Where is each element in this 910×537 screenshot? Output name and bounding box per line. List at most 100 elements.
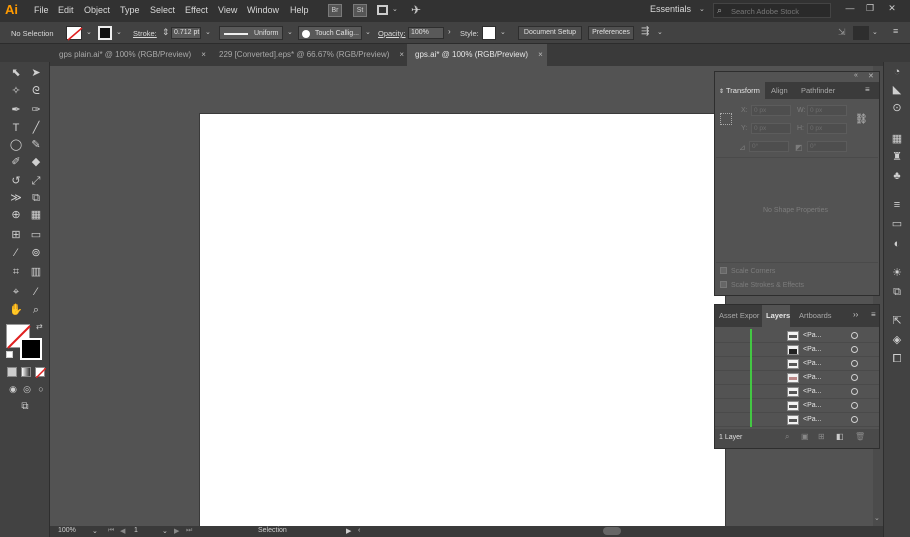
close-tab-icon[interactable]: × [538, 50, 543, 59]
clipping-mask-icon[interactable]: ▣ [801, 432, 809, 441]
swap-colors-icon[interactable]: ⇄ [36, 322, 43, 331]
scale-strokes-checkbox[interactable] [720, 281, 727, 288]
width-tool-icon[interactable]: ≫ [8, 191, 24, 205]
brush-definition[interactable]: Touch Callig... [298, 26, 362, 40]
stroke-panel-icon[interactable]: ≡ [890, 198, 904, 212]
tab-gps-active[interactable]: gps.ai* @ 100% (RGB/Preview) × [407, 44, 547, 66]
gpu-performance-icon[interactable]: ✈ [411, 3, 421, 17]
chevron-down-icon[interactable]: ⌄ [116, 28, 122, 36]
scale-tool-icon[interactable]: ⤢ [28, 174, 44, 188]
hand-tool-icon[interactable]: ✋ [8, 303, 24, 317]
layer-row[interactable]: <Pa... [715, 413, 879, 427]
previous-artboard-icon[interactable]: ◀ [120, 527, 125, 535]
document-setup-button[interactable]: Document Setup [518, 26, 582, 40]
horizontal-scroll-thumb[interactable] [603, 527, 621, 535]
menu-effect[interactable]: Effect [185, 5, 208, 15]
close-panel-icon[interactable]: ✕ [868, 72, 874, 80]
menu-file[interactable]: File [34, 5, 49, 15]
layer-row[interactable]: <Pa... [715, 329, 879, 343]
artboard-tool-icon[interactable]: ⌖ [8, 285, 24, 299]
brushes-icon[interactable]: ♜ [890, 150, 904, 164]
chevron-down-icon[interactable]: ⌄ [365, 28, 371, 36]
layer-row[interactable]: <Pa... [715, 371, 879, 385]
rotate-tool-icon[interactable]: ↺ [8, 174, 24, 188]
artboards-icon[interactable]: ⧠ [890, 352, 904, 366]
tab-align[interactable]: Align [771, 82, 788, 99]
artboard-number[interactable]: 1 [134, 527, 138, 534]
expand-panel-icon[interactable]: ›› [853, 310, 858, 319]
layer-row[interactable]: <Pa... [715, 385, 879, 399]
curvature-tool-icon[interactable]: ✑ [28, 103, 44, 117]
menu-type[interactable]: Type [120, 5, 140, 15]
menu-select[interactable]: Select [150, 5, 175, 15]
last-artboard-icon[interactable]: ⏭ [186, 527, 192, 535]
close-tab-icon[interactable]: × [201, 50, 206, 59]
paintbrush-tool-icon[interactable]: ✎ [28, 138, 44, 152]
h-field[interactable]: 0 px [807, 123, 847, 134]
appearance-icon[interactable]: ☀ [890, 266, 904, 280]
type-tool-icon[interactable]: T [8, 121, 24, 135]
layers-icon[interactable]: ◈ [890, 333, 904, 347]
magic-wand-tool-icon[interactable]: ✧ [8, 84, 24, 98]
tab-asset-export[interactable]: Asset Expor [719, 305, 759, 327]
shear-field[interactable]: 0° [807, 141, 847, 152]
slice-tool-icon[interactable]: ⁄ [28, 285, 44, 299]
gradient-panel-icon[interactable]: ▭ [890, 217, 904, 231]
screen-mode-icon[interactable]: ⧉ [17, 400, 33, 414]
target-icon[interactable] [851, 374, 858, 381]
y-field[interactable]: 0 px [751, 123, 791, 134]
current-tool-status[interactable]: Selection [258, 527, 287, 534]
eraser-tool-icon[interactable]: ◆ [28, 155, 44, 169]
tab-gps-plain[interactable]: gps plain.ai* @ 100% (RGB/Preview) × [51, 44, 211, 66]
scale-corners-checkbox[interactable] [720, 267, 727, 274]
stroke-label[interactable]: Stroke: [133, 29, 157, 38]
chevron-down-icon[interactable]: ⌄ [699, 5, 705, 13]
properties-icon[interactable]: ◔ [890, 65, 904, 79]
menu-edit[interactable]: Edit [58, 5, 74, 15]
collapse-icon[interactable]: ⇲ [838, 27, 846, 38]
perspective-grid-tool-icon[interactable]: ▦ [28, 208, 44, 222]
target-icon[interactable] [851, 360, 858, 367]
collapse-panel-icon[interactable]: « [854, 72, 858, 79]
fill-swatch[interactable] [66, 26, 83, 41]
layer-row[interactable]: <Pa... [715, 357, 879, 371]
lasso-tool-icon[interactable]: ᘓ [28, 84, 44, 98]
graphic-style-swatch[interactable] [482, 26, 496, 40]
target-icon[interactable] [851, 346, 858, 353]
bridge-icon[interactable]: Br [328, 4, 342, 17]
none-mode-icon[interactable] [35, 367, 46, 378]
layer-row[interactable]: <Pa... [715, 399, 879, 413]
panel-menu-icon[interactable]: ≡ [865, 85, 870, 94]
arrange-documents-icon[interactable] [377, 5, 388, 15]
chevron-down-icon[interactable]: ⌄ [86, 28, 92, 36]
chevron-right-icon[interactable]: › [448, 27, 451, 36]
new-sublayer-icon[interactable]: ⊞ [818, 432, 825, 441]
tab-artboards[interactable]: Artboards [799, 305, 832, 327]
artboard[interactable] [200, 114, 725, 526]
stepper-icon[interactable]: ⇕ [162, 27, 170, 38]
scroll-left-icon[interactable]: ‹ [358, 527, 360, 534]
x-field[interactable]: 0 px [751, 105, 791, 116]
workspace-switcher[interactable]: Essentials [650, 4, 691, 14]
pen-tool-icon[interactable]: ✒ [8, 103, 24, 117]
arrange-icon[interactable]: ⇶ [641, 26, 649, 37]
stock-search-input[interactable]: ⌕ Search Adobe Stock [713, 3, 831, 18]
eyedropper-tool-icon[interactable]: ⁄ [8, 246, 24, 260]
layer-row[interactable]: <Pa... [715, 343, 879, 357]
blend-tool-icon[interactable]: ⊚ [28, 246, 44, 260]
variable-width-profile[interactable]: Uniform [219, 26, 283, 40]
target-icon[interactable] [851, 416, 858, 423]
gradient-tool-icon[interactable]: ▭ [28, 228, 44, 242]
chevron-down-icon[interactable]: ⌄ [657, 28, 663, 36]
selection-tool-icon[interactable]: ⬉ [8, 66, 24, 80]
scroll-down-icon[interactable]: ⌄ [874, 514, 880, 522]
tab-layers[interactable]: Layers [762, 305, 790, 327]
next-artboard-icon[interactable]: ▶ [174, 527, 179, 535]
mesh-tool-icon[interactable]: ⊞ [8, 228, 24, 242]
symbol-sprayer-tool-icon[interactable]: ⌗ [8, 265, 24, 279]
zoom-tool-icon[interactable]: ⌕ [28, 303, 44, 317]
menu-object[interactable]: Object [84, 5, 110, 15]
shape-builder-tool-icon[interactable]: ⊕ [8, 208, 24, 222]
target-icon[interactable] [851, 332, 858, 339]
chevron-down-icon[interactable]: ⌄ [500, 28, 506, 36]
